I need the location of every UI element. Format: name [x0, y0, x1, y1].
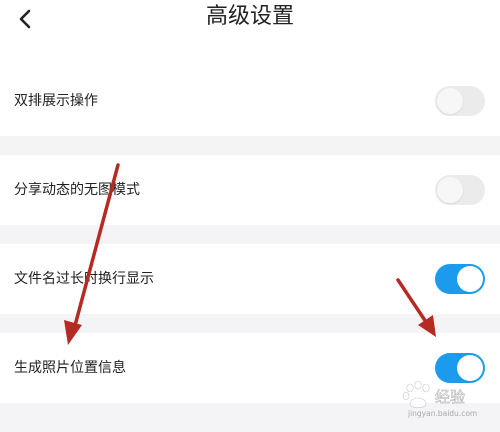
- toggle-switch[interactable]: [435, 264, 485, 294]
- toggle-switch[interactable]: [435, 86, 485, 116]
- toggle-knob: [457, 266, 483, 292]
- header-bar: 高级设置: [0, 0, 500, 66]
- setting-row-filename-wrap[interactable]: 文件名过长时换行显示: [0, 244, 500, 314]
- toggle-knob: [437, 88, 463, 114]
- page-title: 高级设置: [205, 4, 294, 29]
- svg-text:经验: 经验: [435, 388, 465, 406]
- toggle-switch[interactable]: [435, 175, 485, 205]
- setting-row-double-row-actions[interactable]: 双排展示操作: [0, 66, 500, 136]
- watermark: 经验 jingyan.baidu.com: [398, 378, 494, 420]
- setting-label: 文件名过长时换行显示: [14, 271, 154, 287]
- setting-label: 分享动态的无图模式: [14, 182, 140, 198]
- toggle-knob: [437, 177, 463, 203]
- back-button[interactable]: [8, 2, 44, 38]
- setting-label: 双排展示操作: [14, 93, 98, 109]
- chevron-left-icon: [19, 9, 31, 29]
- setting-row-share-no-image[interactable]: 分享动态的无图模式: [0, 155, 500, 225]
- settings-page: 高级设置 双排展示操作 分享动态的无图模式 文件名过长时换行显示 生成照片位置信…: [0, 0, 500, 432]
- svg-text:jingyan.baidu.com: jingyan.baidu.com: [407, 409, 477, 418]
- baidu-jingyan-logo: 经验 jingyan.baidu.com: [402, 380, 477, 418]
- setting-label: 生成照片位置信息: [14, 360, 126, 376]
